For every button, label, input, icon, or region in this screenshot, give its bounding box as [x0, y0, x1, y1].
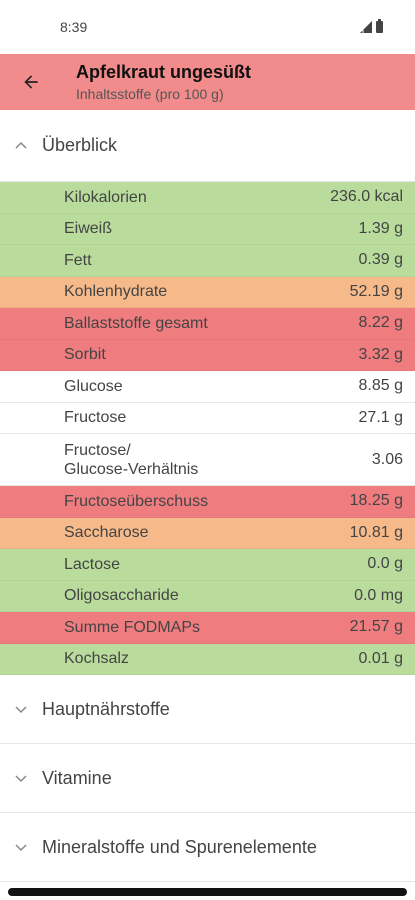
collapsed-sections: Hauptnährstoffe Vitamine Mineralstoffe und…: [0, 675, 415, 882]
overview-table: Kilokalorien 236.0 kcal Eiweiß 1.39 g Fett 0.…: [0, 182, 415, 675]
nutrient-label: Fructose: [64, 409, 127, 427]
chevron-down-icon: [0, 771, 42, 785]
back-button[interactable]: [0, 54, 62, 110]
status-icons: [360, 19, 383, 33]
arrow-back-icon: [24, 75, 38, 89]
nutrient-row: Sorbit 3.32 g: [0, 339, 415, 371]
nutrient-label: Ballaststoffe gesamt: [64, 314, 208, 332]
nutrient-label: Saccharose: [64, 524, 149, 542]
page-subtitle: Inhaltsstoffe (pro 100 g): [76, 86, 224, 102]
chevron-down-icon: [0, 702, 42, 716]
section-title: Mineralstoffe und Spurenelemente: [42, 836, 317, 857]
nutrient-label: Fructose/ Glucose-Verhältnis: [64, 441, 199, 478]
nutrient-label: Fett: [64, 251, 92, 269]
nutrient-row: Fructose/ Glucose-Verhältnis 3.06: [0, 434, 415, 486]
nutrient-row: Summe FODMAPs 21.57 g: [0, 612, 415, 644]
section-title: Vitamine: [42, 767, 112, 788]
nutrient-row: Kochsalz 0.01 g: [0, 643, 415, 675]
home-bar[interactable]: [8, 888, 407, 896]
nutrient-value: 8.22 g: [358, 314, 403, 332]
status-bar: 8:39: [0, 0, 415, 54]
nutrient-row: Saccharose 10.81 g: [0, 517, 415, 549]
section-header-collapsed[interactable]: Hauptnährstoffe: [0, 675, 415, 744]
signal-icon: [360, 21, 372, 33]
nutrient-value: 8.85 g: [358, 377, 403, 395]
title-wrap: Apfelkraut ungesüßt Inhaltsstoffe (pro 1…: [62, 61, 251, 103]
app-bar: Apfelkraut ungesüßt Inhaltsstoffe (pro 1…: [0, 54, 415, 110]
nutrient-label: Oligosaccharide: [64, 587, 179, 605]
nutrient-value: 3.06: [371, 450, 403, 468]
nutrient-label: Eiweiß: [64, 220, 113, 238]
nutrient-row: Fett 0.39 g: [0, 245, 415, 277]
nutrient-label: Kohlenhydrate: [64, 283, 168, 301]
section-title: Überblick: [42, 135, 118, 155]
nutrient-row: Kohlenhydrate 52.19 g: [0, 276, 415, 308]
nutrient-value: 21.57 g: [349, 618, 403, 636]
battery-icon: [376, 19, 383, 33]
nutrient-row: Lactose 0.0 g: [0, 549, 415, 581]
page-title: Apfelkraut ungesüßt: [76, 62, 252, 82]
nutrient-row: Oligosaccharide 0.0 mg: [0, 580, 415, 612]
home-indicator: [0, 886, 415, 900]
nutrient-value: 27.1 g: [358, 408, 403, 426]
nutrient-label: Kochsalz: [64, 650, 129, 668]
nutrient-label: Summe FODMAPs: [64, 618, 201, 636]
nutrient-value: 0.39 g: [358, 251, 403, 269]
nutrient-label: Lactose: [64, 555, 121, 573]
nutrient-row: Ballaststoffe gesamt 8.22 g: [0, 308, 415, 340]
nutrient-row: Fructose 27.1 g: [0, 402, 415, 434]
nutrient-label: Kilokalorien: [64, 188, 147, 206]
nutrient-value: 52.19 g: [349, 282, 403, 300]
section-header-collapsed[interactable]: Vitamine: [0, 744, 415, 813]
status-time: 8:39: [60, 19, 88, 35]
nutrient-value: 1.39 g: [358, 219, 403, 237]
nutrient-row: Eiweiß 1.39 g: [0, 213, 415, 245]
nutrient-row: Fructoseüberschuss 18.25 g: [0, 486, 415, 518]
nutrient-value: 236.0 kcal: [330, 188, 403, 206]
nutrient-value: 0.0 mg: [354, 586, 403, 604]
nutrient-row: Glucose 8.85 g: [0, 371, 415, 403]
nutrient-value: 3.32 g: [358, 345, 403, 363]
nutrient-value: 0.0 g: [367, 555, 403, 573]
nutrient-label: Glucose: [64, 377, 123, 395]
chevron-down-icon: [0, 840, 42, 854]
section-header-collapsed[interactable]: Mineralstoffe und Spurenelemente: [0, 813, 415, 882]
nutrient-row: Kilokalorien 236.0 kcal: [0, 182, 415, 214]
nutrient-value: 18.25 g: [349, 492, 403, 510]
section-header-overview[interactable]: Überblick: [0, 110, 415, 182]
nutrient-value: 10.81 g: [349, 523, 403, 541]
nutrient-value: 0.01 g: [358, 649, 403, 667]
chevron-up-icon: [0, 139, 42, 153]
section-title: Hauptnährstoffe: [42, 698, 170, 719]
nutrient-label: Sorbit: [64, 346, 106, 364]
nutrient-label: Fructoseüberschuss: [64, 492, 209, 510]
